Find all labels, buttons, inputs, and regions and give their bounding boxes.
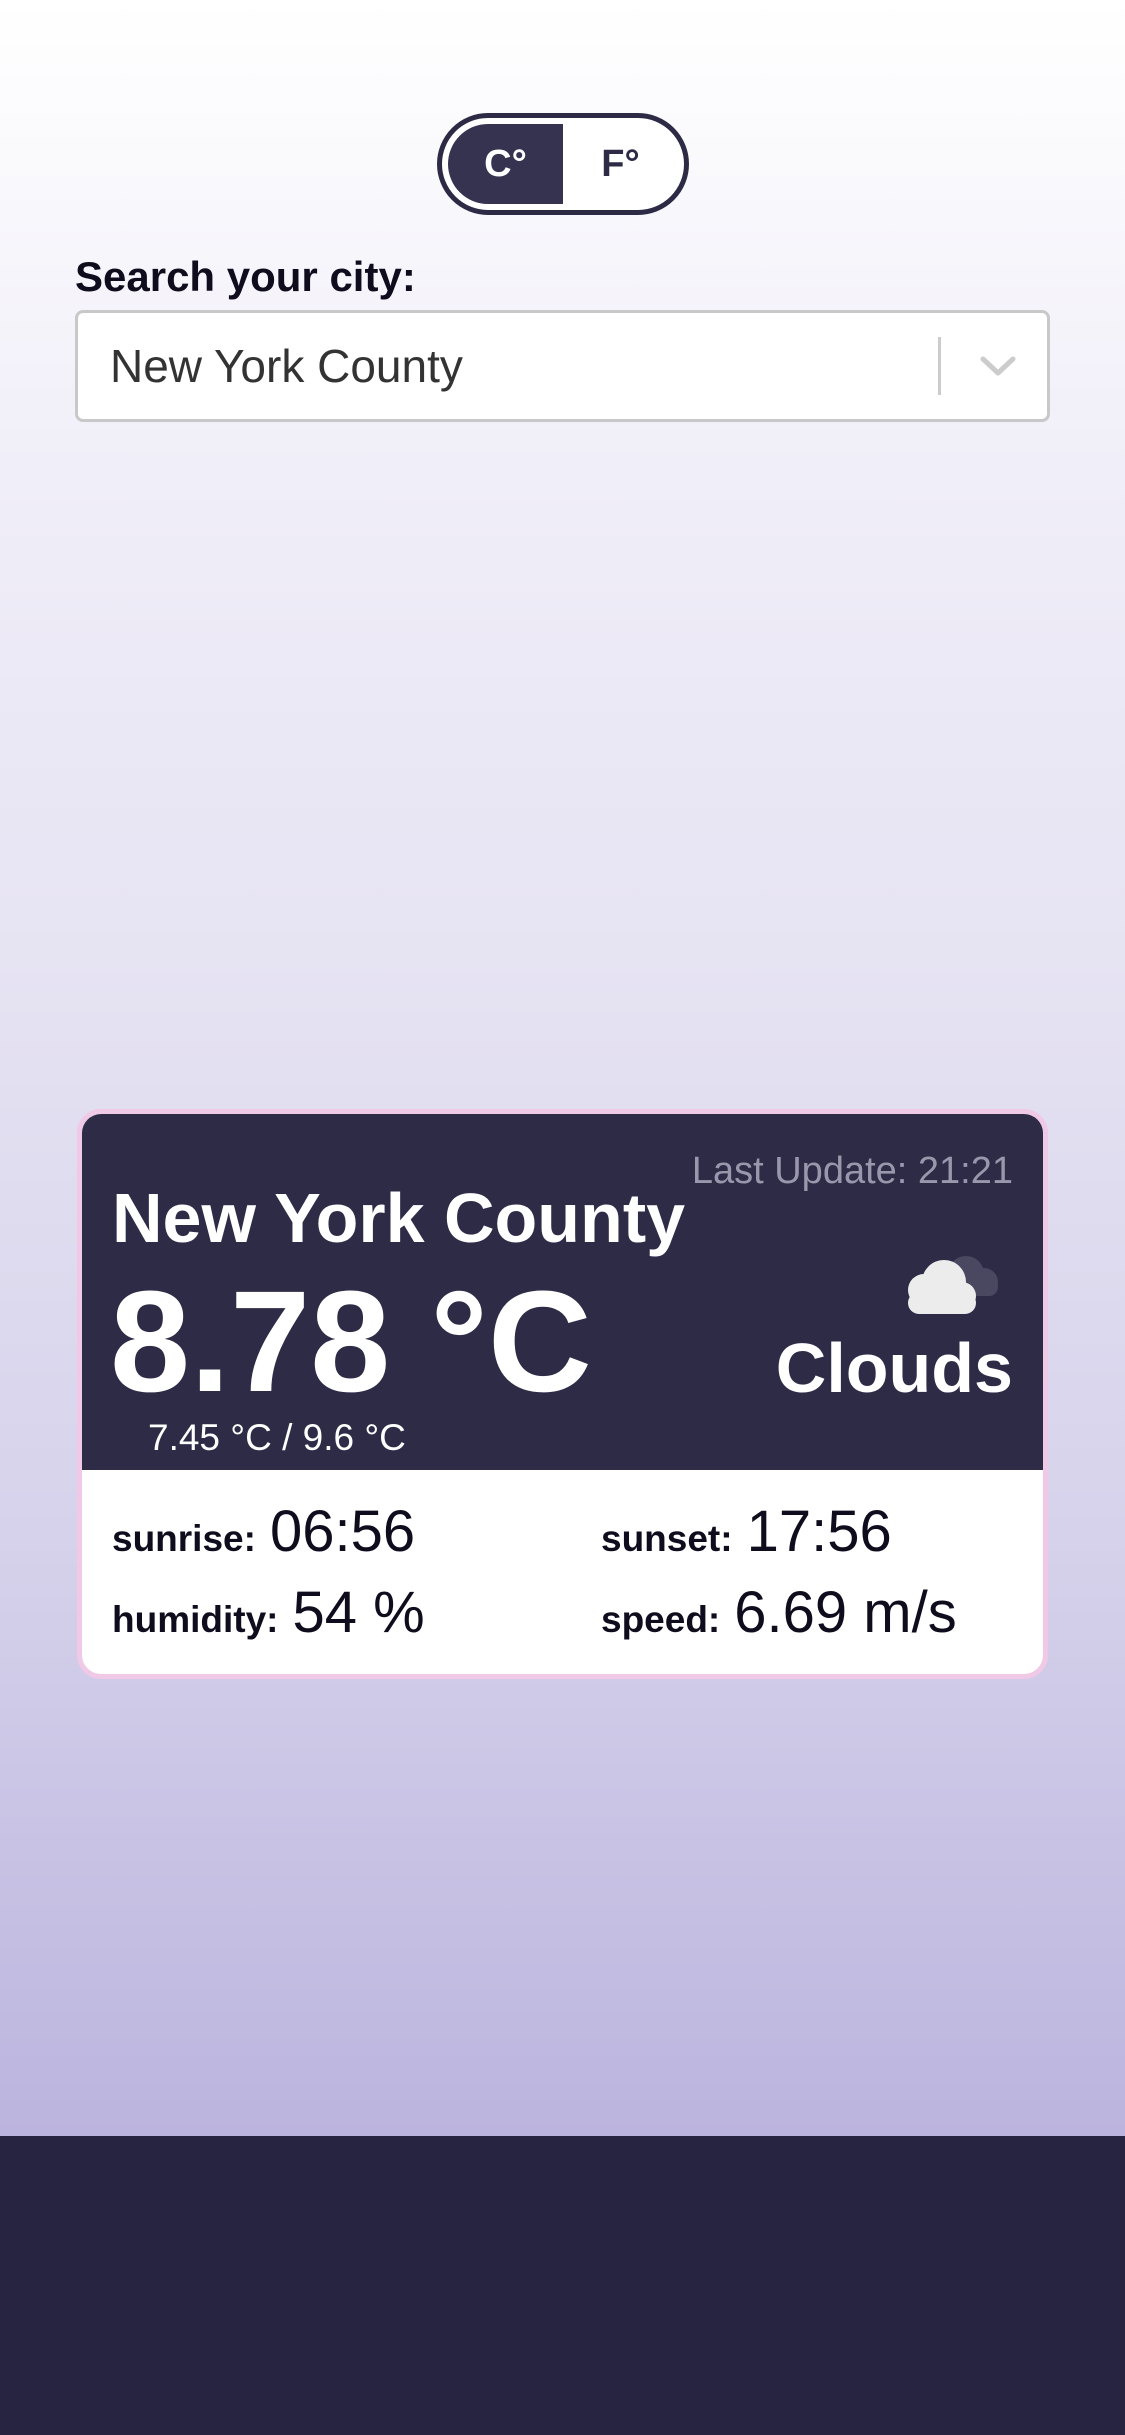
city-select-value: New York County (110, 340, 463, 392)
city-name: New York County (112, 1179, 686, 1257)
weather-card-header: Last Update: 21:21 New York County 8.78 … (82, 1114, 1043, 1470)
sunrise-label: sunrise: (112, 1518, 256, 1559)
sunset-stat: sunset: 17:56 (601, 1498, 892, 1565)
fahrenheit-option[interactable]: F° (563, 124, 678, 204)
speed-stat: speed: 6.69 m/s (601, 1579, 957, 1646)
humidity-stat: humidity: 54 % (112, 1579, 425, 1646)
footer-band (0, 2136, 1125, 2435)
clouds-icon (886, 1244, 1006, 1324)
temperature-range: 7.45 °C / 9.6 °C (148, 1417, 406, 1458)
sunset-value: 17:56 (746, 1499, 892, 1564)
celsius-option[interactable]: C° (448, 124, 563, 204)
search-label: Search your city: (75, 253, 416, 300)
humidity-value: 54 % (292, 1580, 425, 1645)
unit-toggle[interactable]: C° F° (437, 113, 689, 215)
weather-condition: Clouds (775, 1329, 1013, 1407)
sunrise-stat: sunrise: 06:56 (112, 1498, 415, 1565)
chevron-down-icon[interactable] (973, 341, 1023, 391)
current-temperature: 8.78 °C (110, 1261, 592, 1422)
speed-value: 6.69 m/s (734, 1580, 957, 1645)
last-update: Last Update: 21:21 (691, 1150, 1013, 1192)
select-separator (938, 337, 941, 395)
sunrise-value: 06:56 (269, 1499, 416, 1564)
humidity-label: humidity: (112, 1599, 279, 1640)
speed-label: speed: (601, 1599, 721, 1640)
weather-card: Last Update: 21:21 New York County 8.78 … (77, 1109, 1048, 1679)
sunset-label: sunset: (601, 1518, 733, 1559)
city-select[interactable]: New York County (75, 310, 1050, 422)
